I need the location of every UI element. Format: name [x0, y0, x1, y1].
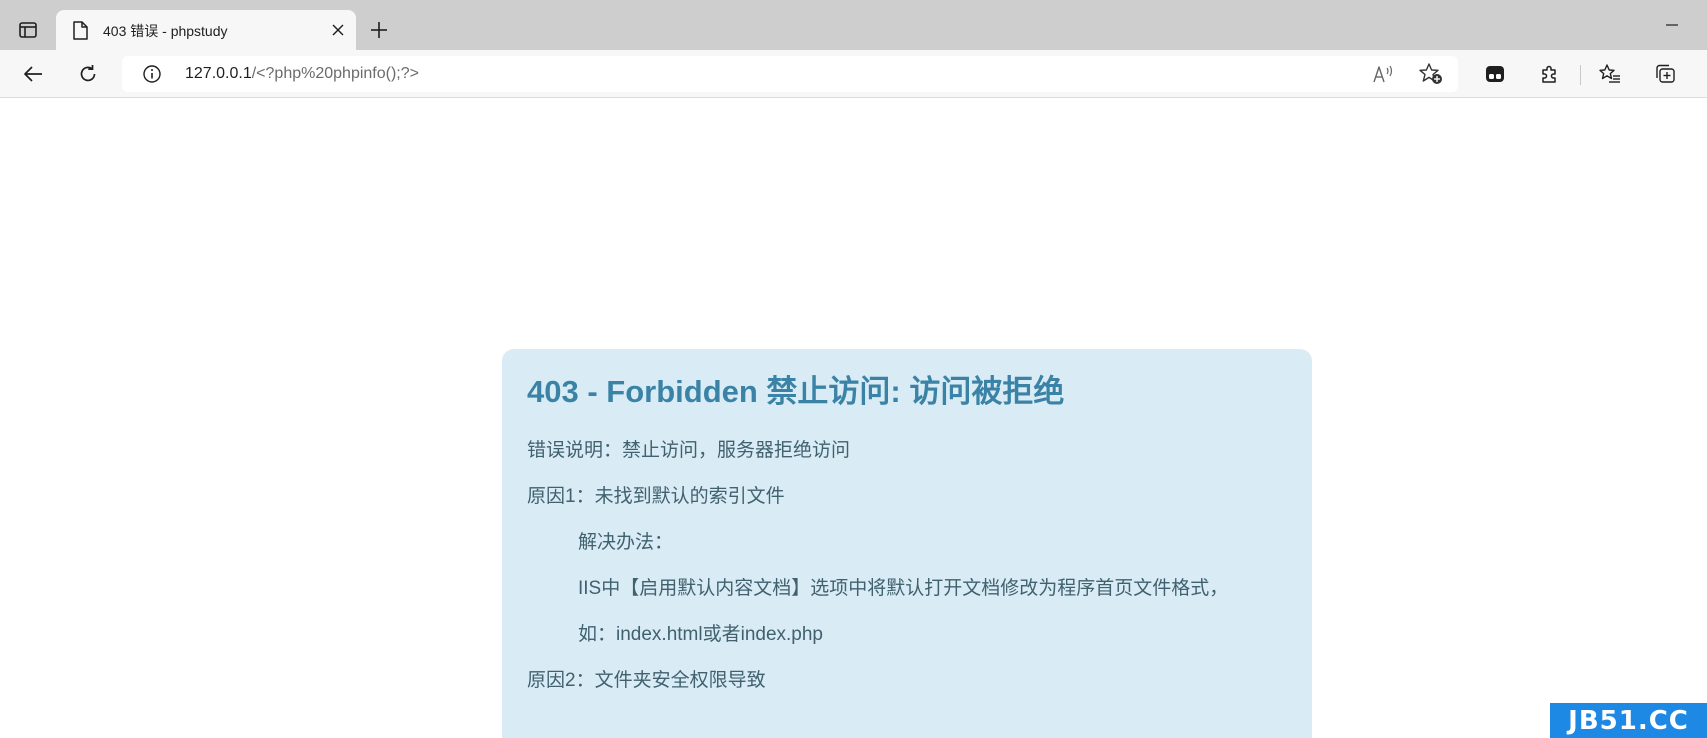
solution-label: 解决办法： [578, 532, 674, 553]
page-title: 403 - Forbidden 禁止访问: 访问被拒绝 [527, 374, 1065, 409]
app-button[interactable] [1480, 59, 1510, 89]
tab-strip: 403 错误 - phpstudy [0, 0, 1707, 50]
star-add-icon [1419, 63, 1443, 85]
add-favorite-button[interactable] [1418, 62, 1444, 86]
solution-example: 如：index.html或者index.php [578, 624, 823, 645]
navigation-toolbar: 127.0.0.1/<?php%20phpinfo();?> [0, 50, 1707, 98]
new-tab-button[interactable] [364, 16, 394, 44]
read-aloud-button[interactable] [1372, 63, 1396, 85]
refresh-button[interactable] [73, 59, 103, 89]
error-description: 错误说明：禁止访问，服务器拒绝访问 [527, 440, 851, 461]
back-button[interactable] [18, 59, 48, 89]
collections-button[interactable] [1650, 59, 1680, 89]
back-arrow-icon [23, 65, 43, 83]
close-icon [332, 24, 344, 36]
tab-title: 403 错误 - phpstudy [103, 23, 228, 39]
watermark-logo: JB51.CC [1550, 703, 1707, 738]
refresh-icon [78, 64, 98, 84]
plus-icon [370, 21, 388, 39]
document-icon [70, 19, 90, 41]
tab-actions-icon [19, 22, 37, 38]
toolbar-divider [1580, 65, 1581, 85]
url-host: 127.0.0.1 [185, 65, 252, 82]
puzzle-icon [1539, 64, 1559, 84]
url-path: /<?php%20phpinfo();?> [251, 65, 419, 82]
error-box: 403 - Forbidden 禁止访问: 访问被拒绝 错误说明：禁止访问，服务… [502, 349, 1312, 738]
read-aloud-icon [1373, 65, 1395, 83]
favorites-list-icon [1599, 64, 1621, 84]
reason-1: 原因1：未找到默认的索引文件 [527, 486, 785, 507]
info-icon[interactable] [142, 64, 162, 84]
browser-window: 403 错误 - phpstudy 127.0.0.1/<?php%20phpi… [0, 0, 1707, 738]
collections-icon [1654, 64, 1676, 84]
tab-close-button[interactable] [328, 20, 348, 40]
minimize-icon [1665, 23, 1679, 27]
favorites-button[interactable] [1595, 59, 1625, 89]
app-icon [1485, 65, 1505, 83]
address-bar[interactable]: 127.0.0.1/<?php%20phpinfo();?> [122, 56, 1458, 92]
minimize-button[interactable] [1655, 10, 1689, 40]
url-text[interactable]: 127.0.0.1/<?php%20phpinfo();?> [185, 65, 419, 83]
page-content: 403 - Forbidden 禁止访问: 访问被拒绝 错误说明：禁止访问，服务… [0, 98, 1707, 738]
extensions-button[interactable] [1534, 59, 1564, 89]
tab-actions-button[interactable] [12, 17, 44, 43]
tab-active[interactable]: 403 错误 - phpstudy [56, 10, 356, 50]
solution-detail: IIS中【启用默认内容文档】选项中将默认打开文档修改为程序首页文件格式， [578, 578, 1229, 599]
reason-2: 原因2：文件夹安全权限导致 [527, 670, 766, 691]
